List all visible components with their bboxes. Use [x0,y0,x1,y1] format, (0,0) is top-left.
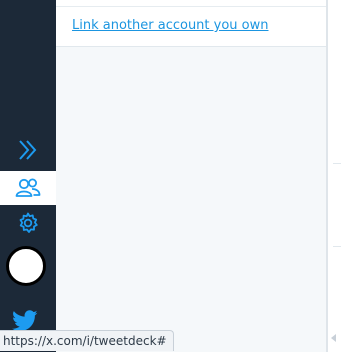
divider [333,246,341,247]
sidebar [0,0,56,352]
avatar[interactable] [6,246,46,286]
expand-button[interactable] [0,133,56,167]
accounts-button[interactable] [0,171,56,205]
gear-icon [19,212,38,233]
link-another-account-link[interactable]: Link another account you own [72,18,269,33]
next-column-edge [328,0,341,352]
link-account-card: Link another account you own [56,0,326,47]
divider [333,163,341,164]
accounts-icon [15,178,41,197]
divider [56,6,326,7]
accounts-panel: Link another account you own [56,0,327,352]
settings-button[interactable] [0,206,56,240]
double-chevron-right-icon [19,140,37,160]
scroll-left-icon[interactable] [331,334,336,342]
status-url-tooltip: https://x.com/i/tweetdeck# [0,330,174,351]
